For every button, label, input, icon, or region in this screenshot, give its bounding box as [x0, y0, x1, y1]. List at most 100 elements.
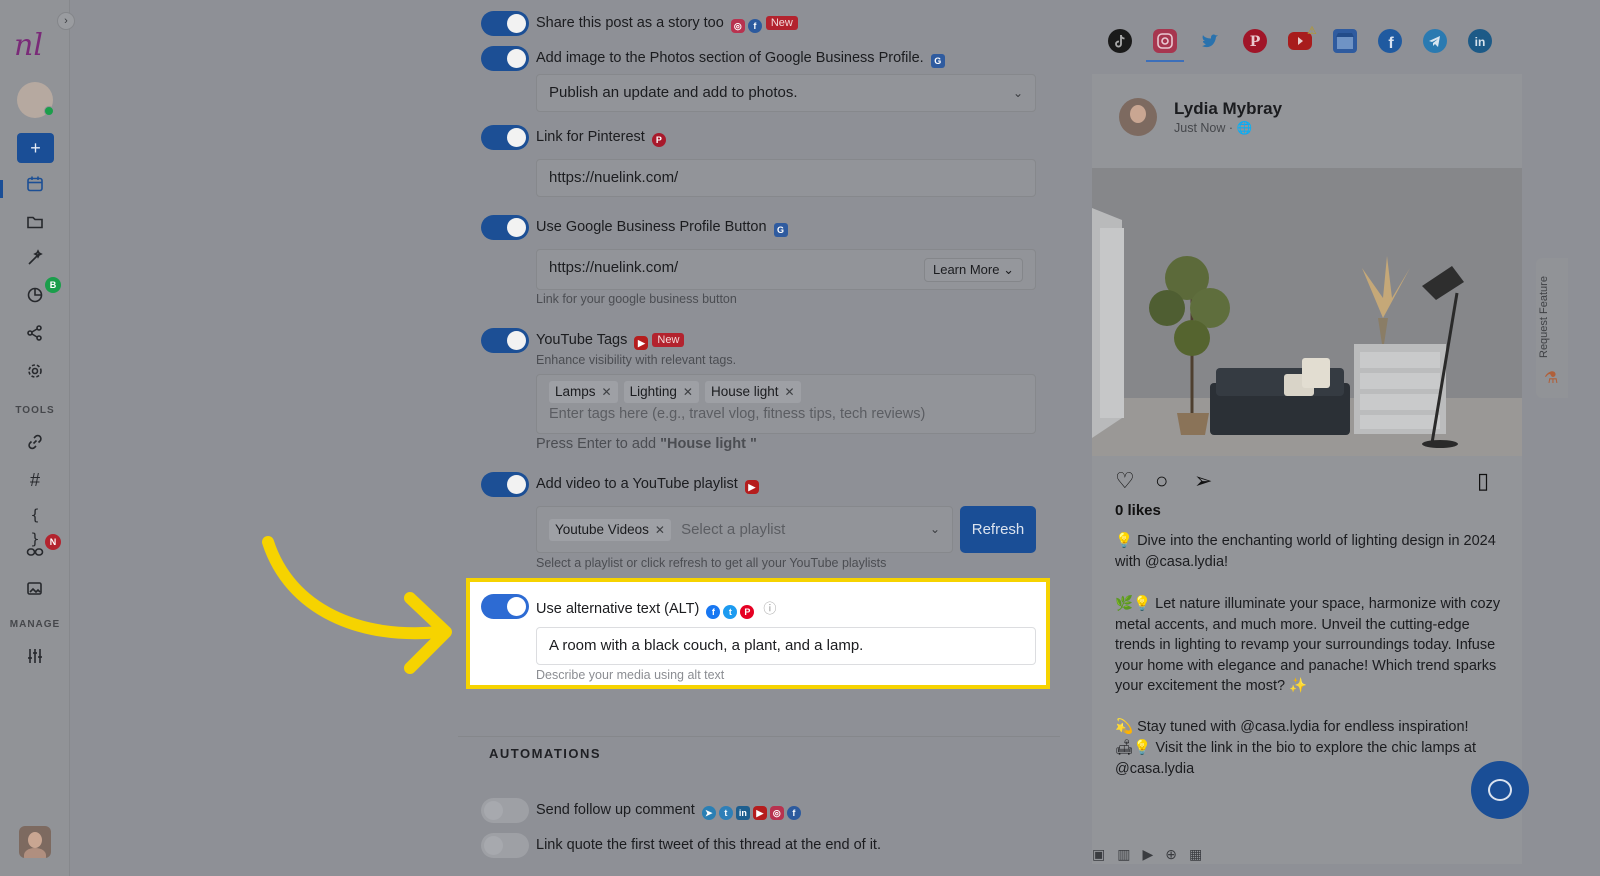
gbp-button-option: Use Google Business Profile Button G — [536, 219, 788, 237]
follow-up-toggle[interactable] — [481, 798, 529, 823]
follow-up-option: Send follow up comment ➤ t in ▶ ◎ f — [536, 802, 801, 820]
hashtag-icon[interactable]: # — [22, 468, 48, 492]
linkedin-icon: in — [735, 806, 750, 820]
gbp-button-toggle[interactable] — [481, 215, 529, 240]
telegram-icon[interactable] — [1423, 29, 1447, 53]
gbp-photos-select-value: Publish an update and add to photos. — [549, 84, 798, 101]
remove-tag-icon[interactable]: ✕ — [602, 385, 612, 399]
gbp-photos-select[interactable]: Publish an update and add to photos. ⌄ — [536, 74, 1036, 112]
story-option: Share this post as a story too ◎ f New — [536, 15, 798, 33]
create-post-button[interactable]: + — [17, 133, 54, 163]
tag-label: House light — [710, 384, 779, 399]
tiktok-icon[interactable] — [1108, 29, 1132, 53]
request-feature-tab[interactable]: Request Feature ⚗ — [1536, 258, 1568, 398]
linkedin-icon[interactable]: in — [1468, 29, 1492, 53]
share-icon[interactable] — [22, 321, 48, 345]
comment-icon[interactable]: ○ — [1155, 468, 1168, 494]
send-icon[interactable]: ➢ — [1194, 468, 1212, 494]
folder-icon[interactable] — [22, 210, 48, 234]
pinterest-link-input[interactable]: https://nuelink.com/ — [536, 159, 1036, 197]
twitter-icon: t — [718, 806, 733, 820]
link-quote-toggle[interactable] — [481, 833, 529, 858]
playlist-toggle[interactable] — [481, 472, 529, 497]
chevron-down-icon: ⌄ — [929, 522, 940, 536]
svg-text:f: f — [1388, 35, 1394, 52]
tools-section-label: TOOLS — [15, 405, 55, 416]
twitter-icon: t — [723, 605, 738, 619]
youtube-icon: ▶ — [752, 806, 767, 820]
post-author-avatar — [1119, 98, 1157, 136]
code-braces-icon[interactable]: { } — [22, 503, 48, 548]
gbp-photos-label: Add image to the Photos section of Googl… — [536, 50, 924, 66]
links-badge: N — [45, 534, 61, 550]
carousel-icon[interactable]: ▥ — [1117, 846, 1130, 862]
playlist-tag-label: Youtube Videos — [555, 522, 649, 537]
instagram-icon[interactable] — [1153, 29, 1177, 53]
calendar-icon[interactable] — [22, 172, 48, 196]
alt-text-toggle[interactable] — [481, 594, 529, 619]
alt-text-input[interactable]: A room with a black couch, a plant, and … — [536, 627, 1036, 665]
image-icon[interactable]: ▣ — [1092, 846, 1105, 862]
calendar-icon[interactable]: ▦ — [1189, 846, 1202, 862]
support-chat-button[interactable] — [1471, 761, 1529, 819]
like-heart-icon[interactable]: ♡ — [1115, 468, 1135, 494]
twitter-icon[interactable] — [1198, 29, 1222, 53]
settings-gear-icon[interactable] — [22, 359, 48, 383]
analytics-icon[interactable] — [22, 283, 48, 307]
gbp-button-type-select[interactable]: Learn More ⌄ — [923, 258, 1023, 282]
active-indicator — [0, 180, 3, 198]
arrow-annotation-icon — [262, 536, 452, 674]
playlist-select[interactable]: Youtube Videos ✕ Select a playlist ⌄ — [536, 506, 953, 553]
alt-text-highlight: Use alternative text (ALT) ftP ⓘ A room … — [466, 578, 1050, 689]
facebook-icon: f — [706, 605, 721, 619]
bookmark-icon[interactable]: ▯ — [1477, 468, 1489, 494]
info-icon[interactable]: ⓘ — [763, 601, 776, 616]
pinterest-link-toggle[interactable] — [481, 125, 529, 150]
facebook-icon: f — [786, 806, 801, 820]
playlist-hint: Select a playlist or click refresh to ge… — [536, 556, 887, 570]
google-business-icon[interactable] — [1333, 29, 1357, 53]
chevron-down-icon: ⌄ — [1012, 86, 1023, 100]
facebook-icon[interactable]: f — [1378, 29, 1402, 53]
gbp-button-url-input[interactable]: https://nuelink.com/ Learn More ⌄ — [536, 249, 1036, 290]
gbp-photos-toggle[interactable] — [481, 46, 529, 71]
app-logo[interactable]: nl — [14, 28, 58, 64]
enter-hint-prefix: Press Enter to add — [536, 436, 661, 452]
remove-tag-icon[interactable]: ✕ — [785, 385, 795, 399]
user-avatar[interactable] — [19, 826, 51, 858]
analytics-badge: B — [45, 277, 61, 293]
gbp-button-type-value: Learn More — [932, 262, 1000, 277]
pinterest-icon[interactable]: P — [1243, 29, 1267, 53]
link-icon[interactable] — [22, 430, 48, 454]
link-shortener-icon[interactable] — [22, 540, 48, 564]
youtube-tags-input[interactable]: Lamps ✕ Lighting ✕ House light ✕ Enter tags h… — [536, 374, 1036, 434]
post-time: Just Now · 🌐 — [1174, 121, 1253, 135]
story-toggle[interactable] — [481, 11, 529, 36]
alt-text-option: Use alternative text (ALT) ftP ⓘ — [536, 598, 776, 619]
account-avatar[interactable] — [17, 82, 54, 118]
tag-chip: Lamps ✕ — [549, 381, 618, 403]
add-icon[interactable]: ⊕ — [1165, 846, 1177, 862]
manage-section-label: MANAGE — [9, 619, 61, 630]
story-label: Share this post as a story too — [536, 15, 724, 31]
media-library-icon[interactable] — [22, 576, 48, 600]
sidebar: nl › + B TOOLS # { } N MANAGE — [0, 0, 75, 876]
collapse-sidebar-button[interactable]: › — [57, 12, 75, 30]
gbp-button-hint: Link for your google business button — [536, 292, 737, 306]
instagram-icon: ◎ — [730, 19, 745, 33]
remove-tag-icon[interactable]: ✕ — [683, 385, 693, 399]
magic-wand-icon[interactable] — [22, 246, 48, 270]
svg-text:in: in — [1475, 35, 1486, 49]
youtube-tags-toggle[interactable] — [481, 328, 529, 353]
remove-tag-icon[interactable]: ✕ — [655, 523, 665, 537]
sliders-icon[interactable] — [22, 644, 48, 668]
caption-paragraph: 🌿💡 Let nature illuminate your space, har… — [1115, 596, 1501, 694]
playlist-label: Add video to a YouTube playlist — [536, 476, 738, 492]
refresh-button[interactable]: Refresh — [960, 506, 1036, 553]
telegram-icon: ➤ — [701, 806, 716, 820]
video-icon[interactable]: ▶ — [1142, 846, 1153, 862]
active-network-indicator — [1146, 60, 1184, 62]
tag-label: Lighting — [629, 384, 677, 399]
youtube-icon: ▶ — [744, 480, 759, 494]
playlist-option: Add video to a YouTube playlist ▶ — [536, 476, 759, 494]
